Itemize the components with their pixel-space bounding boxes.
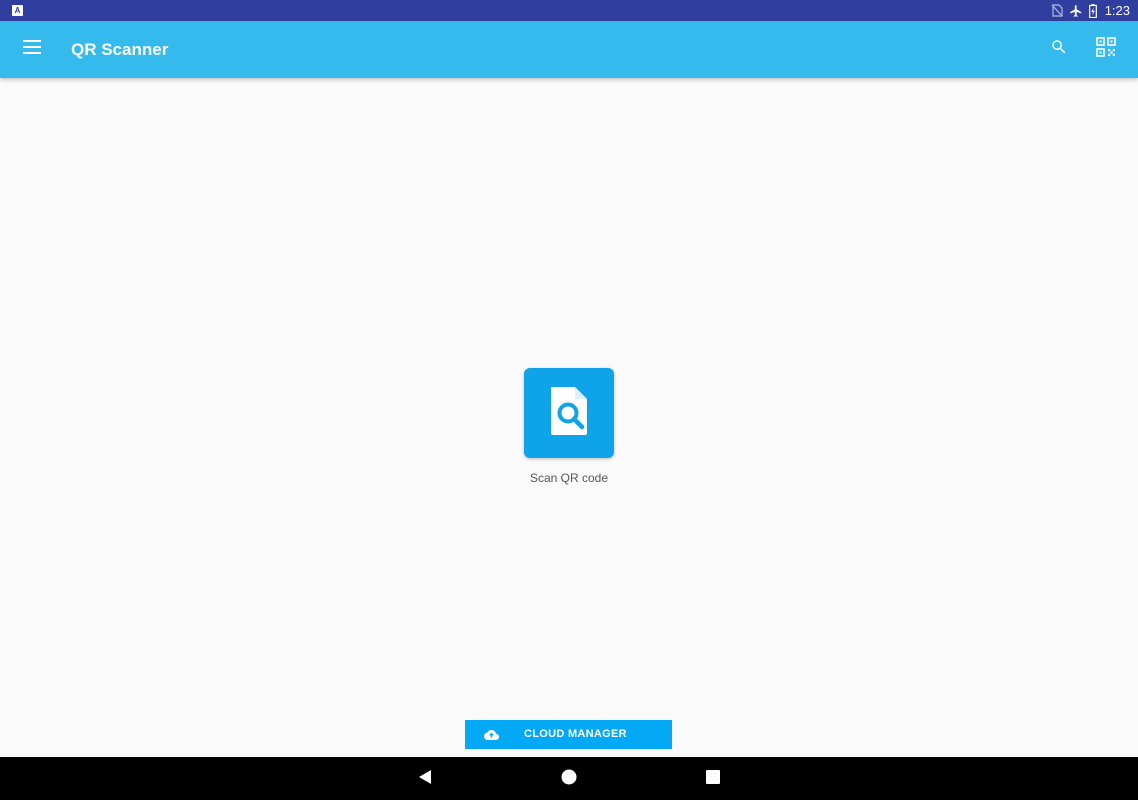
notification-icon: A <box>12 5 23 16</box>
battery-charging-icon <box>1088 3 1097 18</box>
search-icon <box>1050 38 1068 61</box>
menu-button[interactable] <box>14 31 50 67</box>
home-button[interactable] <box>557 767 581 791</box>
status-icons: 1:23 <box>1051 0 1130 21</box>
back-button[interactable] <box>413 767 437 791</box>
app-title: QR Scanner <box>71 40 169 59</box>
scan-qr-code-label: Scan QR code <box>529 471 609 485</box>
menu-icon <box>23 39 41 59</box>
back-icon <box>418 769 432 790</box>
navigation-bar <box>0 757 1138 800</box>
qr-code-icon <box>1096 36 1116 62</box>
cloud-manager-button[interactable]: CLOUD MANAGER <box>465 720 672 749</box>
app-bar: QR Scanner <box>0 21 1138 78</box>
recents-icon <box>706 769 720 789</box>
search-button[interactable] <box>1041 31 1077 67</box>
status-time: 1:23 <box>1104 3 1130 18</box>
document-search-icon <box>547 385 591 442</box>
home-icon <box>561 769 577 790</box>
cloud-manager-label: CLOUD MANAGER <box>524 728 627 740</box>
no-sim-icon <box>1051 4 1063 17</box>
recents-button[interactable] <box>701 767 725 791</box>
airplane-mode-icon <box>1069 4 1083 18</box>
qr-code-button[interactable] <box>1088 31 1124 67</box>
cloud-upload-icon <box>484 728 499 746</box>
status-bar: A 1:23 <box>0 0 1138 21</box>
scan-qr-code-button[interactable] <box>524 368 614 458</box>
